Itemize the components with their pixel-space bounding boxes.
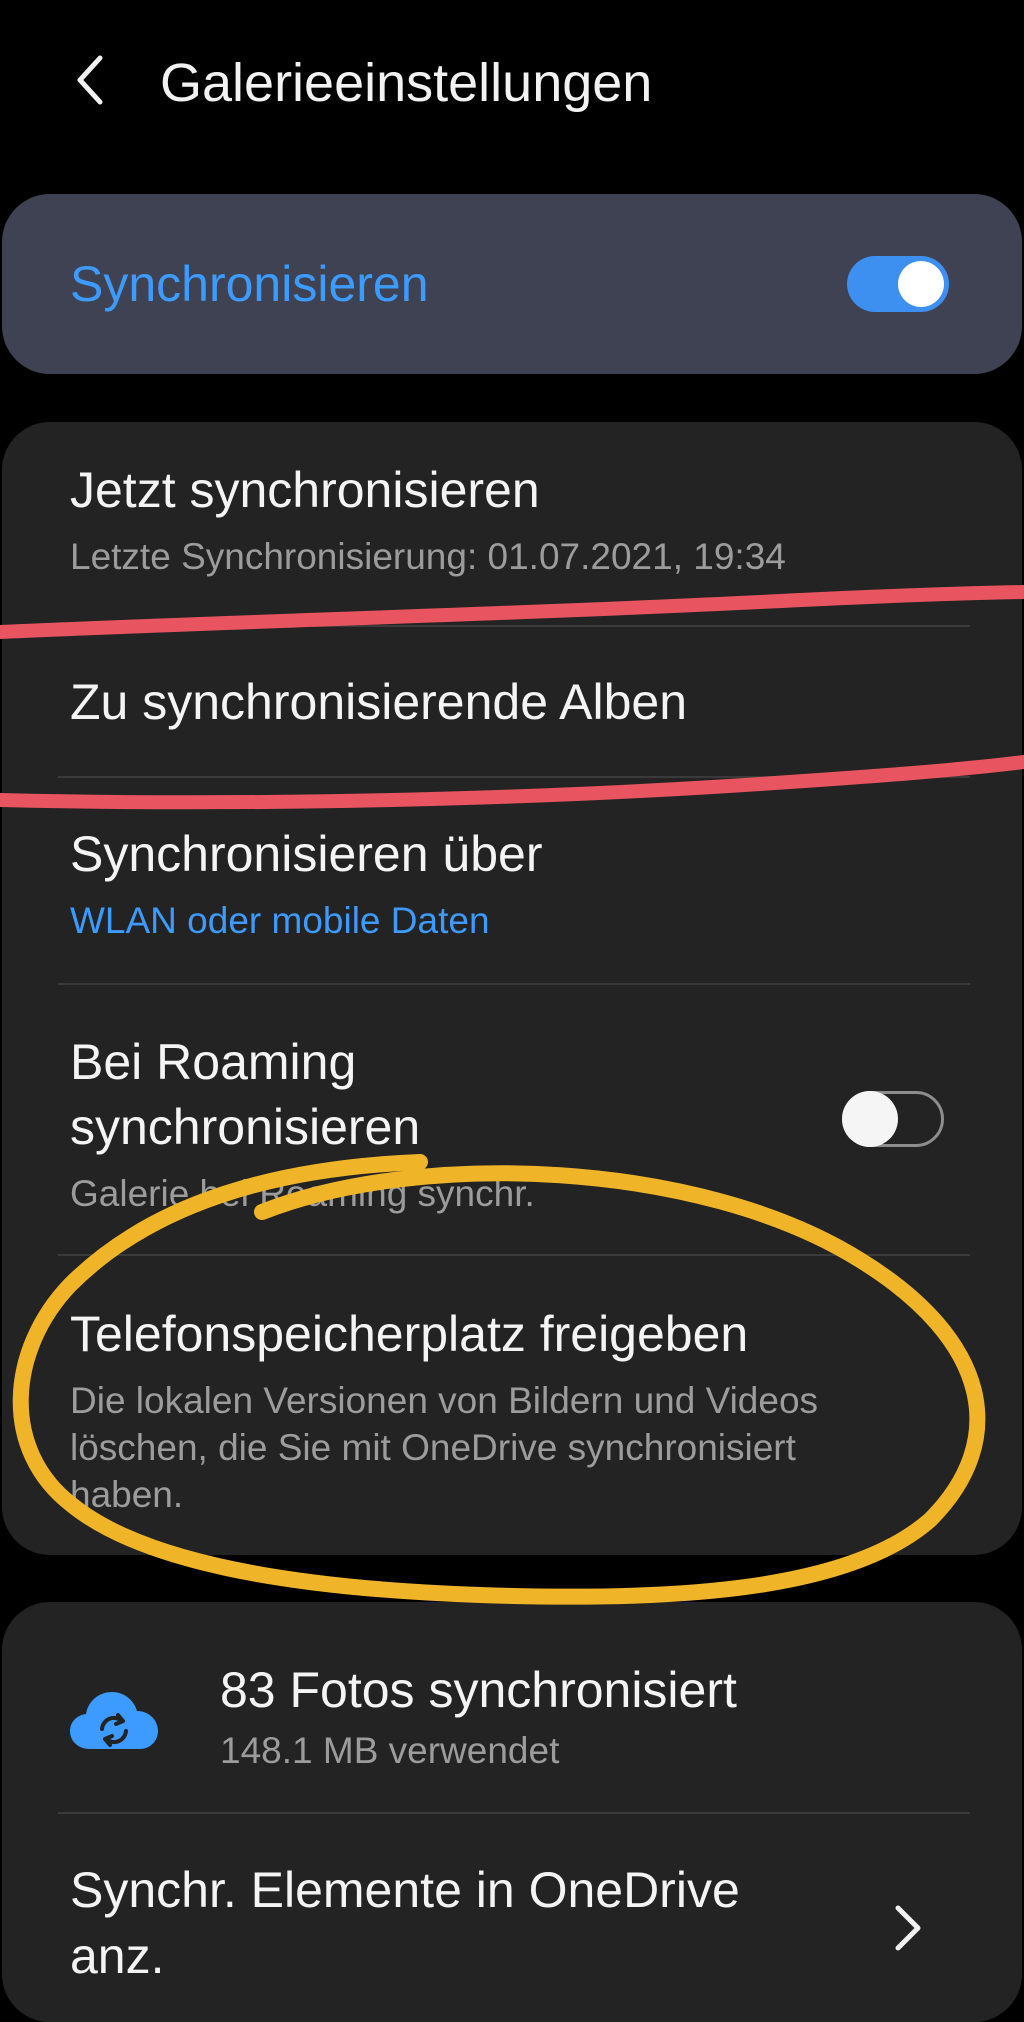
sync-toggle-row[interactable]: Synchronisieren	[2, 194, 1022, 374]
divider	[58, 776, 970, 778]
photos-synced-count: 83 Fotos synchronisiert	[220, 1662, 737, 1718]
app-header: Galerieeinstellungen	[0, 0, 1024, 165]
roaming-subtitle: Galerie bei Roaming synchr.	[70, 1173, 535, 1214]
page-title: Galerieeinstellungen	[160, 53, 653, 113]
sync-now-title: Jetzt synchronisieren	[70, 462, 540, 518]
sync-via-title: Synchronisieren über	[70, 826, 543, 882]
free-storage-desc-line2: löschen, die Sie mit OneDrive synchronis…	[70, 1427, 796, 1468]
storage-used-text: 148.1 MB verwendet	[220, 1730, 560, 1771]
view-items-line1: Synchr. Elemente in OneDrive	[70, 1862, 740, 1918]
sync-switch[interactable]	[847, 256, 949, 312]
free-storage-desc-line3: haben.	[70, 1474, 184, 1515]
divider	[58, 1254, 970, 1256]
switch-knob	[898, 261, 944, 307]
roaming-switch[interactable]	[842, 1091, 944, 1147]
free-storage-desc-line1: Die lokalen Versionen von Bildern und Vi…	[70, 1380, 819, 1421]
roaming-title-line2: synchronisieren	[70, 1099, 421, 1155]
chevron-left-icon	[77, 55, 103, 105]
last-sync-text: Letzte Synchronisierung: 01.07.2021, 19:…	[70, 536, 786, 577]
switch-knob	[842, 1091, 898, 1147]
view-items-line2: anz.	[70, 1928, 165, 1984]
cloud-sync-icon	[70, 1692, 158, 1749]
albums-to-sync-title: Zu synchronisierende Alben	[70, 674, 688, 730]
sync-settings-card: Jetzt synchronisieren Letzte Synchronisi…	[2, 422, 1022, 1555]
divider	[58, 625, 970, 627]
sync-via-value: WLAN oder mobile Daten	[70, 900, 490, 941]
back-button[interactable]	[60, 40, 120, 120]
divider	[58, 1812, 970, 1814]
roaming-title-line1: Bei Roaming	[70, 1034, 357, 1090]
chevron-right-icon[interactable]	[888, 1900, 928, 1956]
free-storage-title: Telefonspeicherplatz freigeben	[70, 1306, 749, 1362]
sync-label: Synchronisieren	[70, 256, 429, 312]
divider	[58, 983, 970, 985]
onedrive-storage-card: 83 Fotos synchronisiert 148.1 MB verwend…	[2, 1602, 1022, 2022]
